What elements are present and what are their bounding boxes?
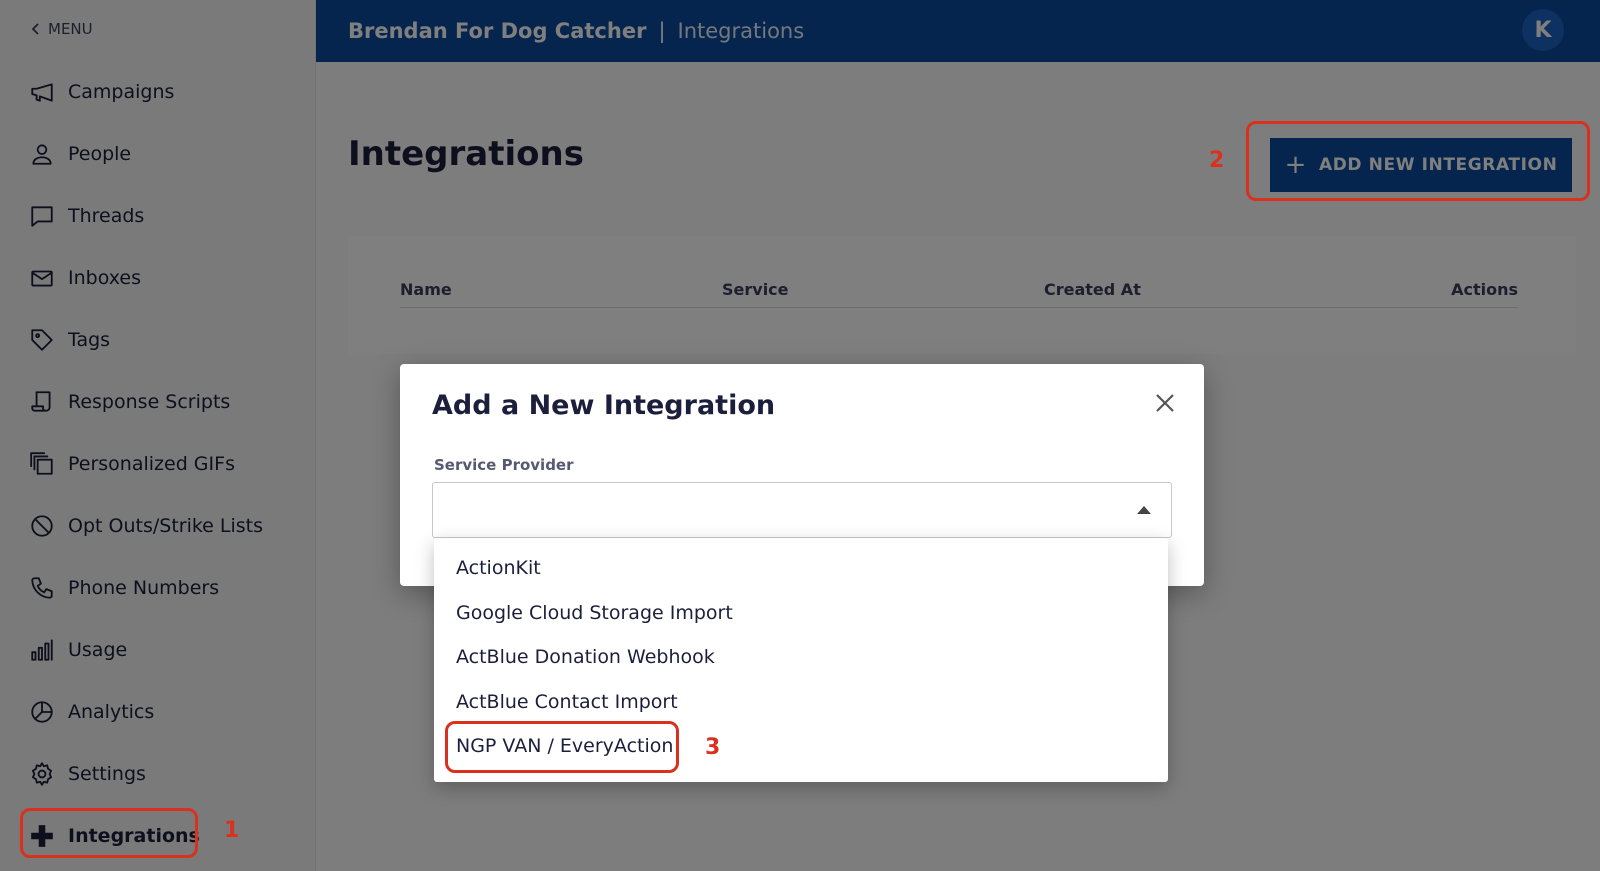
- service-provider-select[interactable]: [432, 482, 1172, 538]
- option-actblue-donation-webhook[interactable]: ActBlue Donation Webhook: [434, 635, 1168, 680]
- caret-up-icon: [1137, 506, 1151, 514]
- dialog-title: Add a New Integration: [432, 390, 776, 421]
- close-button[interactable]: [1150, 388, 1180, 418]
- annotation-number-1: 1: [224, 818, 240, 843]
- annotation-number-3: 3: [705, 735, 721, 760]
- option-actblue-contact-import[interactable]: ActBlue Contact Import: [434, 680, 1168, 725]
- service-provider-label: Service Provider: [434, 456, 574, 474]
- option-actionkit[interactable]: ActionKit: [434, 546, 1168, 591]
- option-google-cloud-storage-import[interactable]: Google Cloud Storage Import: [434, 591, 1168, 636]
- annotation-number-2: 2: [1209, 148, 1225, 173]
- service-provider-options: ActionKit Google Cloud Storage Import Ac…: [434, 538, 1168, 782]
- option-ngp-van-everyaction[interactable]: NGP VAN / EveryAction: [434, 724, 1168, 769]
- close-icon: [1156, 394, 1174, 412]
